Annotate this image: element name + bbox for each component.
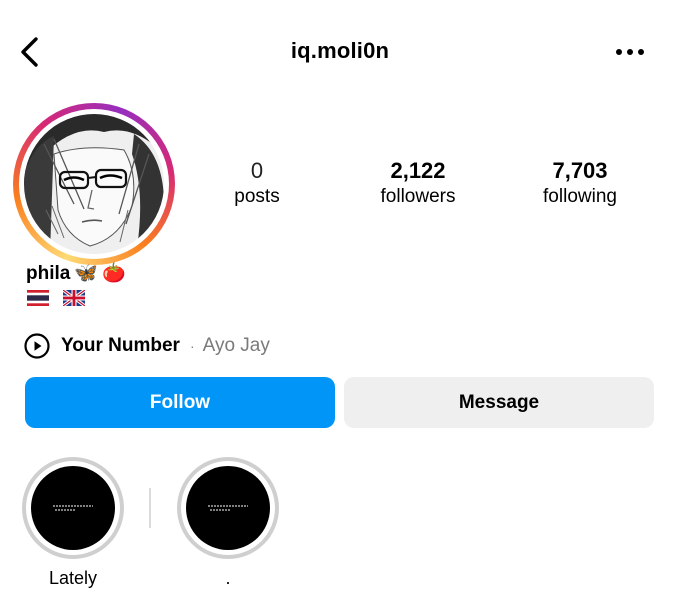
following-label: following (543, 186, 617, 207)
tomato-emoji: 🍅 (102, 263, 126, 284)
highlight-cover-scribble (208, 505, 248, 511)
message-button[interactable]: Message (344, 377, 654, 428)
thailand-flag-icon (27, 290, 49, 306)
highlight-ring (177, 457, 279, 559)
posts-stat: 0 posts (187, 158, 327, 210)
song-artist: Ayo Jay (202, 335, 270, 356)
followers-label: followers (380, 186, 456, 207)
song-title: Your Number (61, 335, 180, 356)
display-name: phila (26, 263, 71, 284)
united-kingdom-flag-icon (63, 290, 85, 306)
play-circle-icon (24, 333, 50, 359)
profile-avatar[interactable] (13, 103, 175, 265)
following-stat[interactable]: 7,703 following (510, 158, 650, 210)
more-options-icon[interactable] (610, 40, 650, 64)
highlight-lately[interactable]: Lately (22, 457, 124, 589)
display-name-row: phila 🦋 🍅 (26, 262, 126, 286)
followers-count: 2,122 (390, 158, 446, 183)
followers-stat[interactable]: 2,122 followers (348, 158, 488, 210)
top-bar: iq.moli0n (0, 0, 680, 100)
highlight-cover (31, 466, 115, 550)
highlight-cover-scribble (53, 505, 93, 511)
posts-count: 0 (250, 158, 264, 183)
profile-username: iq.moli0n (290, 38, 390, 63)
highlight-title: Lately (48, 568, 98, 588)
music-separator: · (189, 338, 195, 354)
highlight-dot[interactable]: . (177, 457, 279, 589)
highlight-title: . (225, 568, 231, 588)
highlight-ring (22, 457, 124, 559)
following-count: 7,703 (552, 158, 608, 183)
story-ring (13, 103, 175, 265)
highlight-divider (149, 488, 151, 528)
avatar-image (24, 114, 164, 254)
highlight-cover (186, 466, 270, 550)
bio-flags (27, 290, 85, 306)
posts-label: posts (234, 186, 280, 207)
follow-button[interactable]: Follow (25, 377, 335, 428)
profile-music[interactable]: Your Number · Ayo Jay (24, 332, 270, 360)
butterfly-emoji: 🦋 (74, 263, 99, 284)
